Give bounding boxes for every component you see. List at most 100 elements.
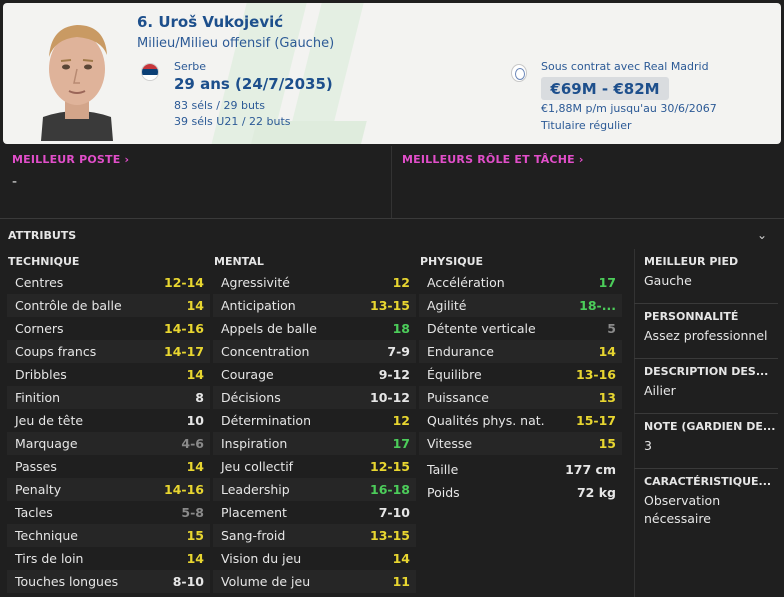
attribute-name: Jeu collectif <box>221 459 294 474</box>
attribute-row[interactable]: Équilibre 13-16 <box>419 363 622 386</box>
media-description-label: DESCRIPTION DES... <box>644 365 769 378</box>
attribute-name: Centres <box>15 275 64 290</box>
attribute-row[interactable]: Centres 12-14 <box>7 271 210 294</box>
mental-header: MENTAL <box>214 255 264 268</box>
attribute-value: 11 <box>392 574 410 589</box>
attribute-name: Finition <box>15 390 61 405</box>
player-name[interactable]: 6. Uroš Vukojević <box>137 13 283 31</box>
personality-label: PERSONNALITÉ <box>644 310 739 323</box>
attribute-name: Dribbles <box>15 367 67 382</box>
attribute-row[interactable]: Placement 7-10 <box>213 501 416 524</box>
attribute-row[interactable]: Détermination 12 <box>213 409 416 432</box>
attribute-value: 14-16 <box>164 482 204 497</box>
contract-wage: €1,88M p/m jusqu'au 30/6/2067 <box>541 102 717 115</box>
attribute-name: Contrôle de balle <box>15 298 122 313</box>
attribute-name: Passes <box>15 459 57 474</box>
attribute-row[interactable]: Appels de balle 18 <box>213 317 416 340</box>
attribute-name: Sang-froid <box>221 528 286 543</box>
media-description-value: Ailier <box>644 383 676 398</box>
attribute-name: Leadership <box>221 482 290 497</box>
physical-header: PHYSIQUE <box>420 255 484 268</box>
chevron-down-icon[interactable]: ⌄ <box>757 228 767 242</box>
height-label: Taille <box>427 462 459 477</box>
best-role-link[interactable]: MEILLEURS RÔLE ET TÂCHE › <box>402 153 584 166</box>
attribute-value: 10-12 <box>370 390 410 405</box>
attribute-name: Puissance <box>427 390 489 405</box>
attribute-row[interactable]: Volume de jeu 11 <box>213 570 416 593</box>
media-description-block[interactable]: DESCRIPTION DES... Ailier <box>634 359 778 414</box>
attribute-row[interactable]: Jeu de tête 10 <box>7 409 210 432</box>
attribute-row[interactable]: Marquage 4-6 <box>7 432 210 455</box>
attribute-name: Qualités phys. nat. <box>427 413 545 428</box>
attribute-row[interactable]: Tacles 5-8 <box>7 501 210 524</box>
attribute-name: Accélération <box>427 275 505 290</box>
attribute-name: Détermination <box>221 413 312 428</box>
attribute-name: Corners <box>15 321 64 336</box>
attribute-value: 12 <box>392 413 410 428</box>
club-crest-icon[interactable] <box>511 64 527 82</box>
attribute-row[interactable]: Vision du jeu 14 <box>213 547 416 570</box>
attribute-row[interactable]: Technique 15 <box>7 524 210 547</box>
chevron-right-icon: › <box>578 153 584 166</box>
attribute-row[interactable]: Qualités phys. nat. 15-17 <box>419 409 622 432</box>
attribute-row[interactable]: Endurance 14 <box>419 340 622 363</box>
attribute-value: 15-17 <box>576 413 616 428</box>
attribute-value: 7-10 <box>378 505 410 520</box>
attribute-name: Anticipation <box>221 298 296 313</box>
attribute-name: Technique <box>15 528 78 543</box>
contract-club[interactable]: Sous contrat avec Real Madrid <box>541 60 709 73</box>
attribute-row[interactable]: Décisions 10-12 <box>213 386 416 409</box>
attribute-row[interactable]: Coups francs 14-17 <box>7 340 210 363</box>
attribute-row[interactable]: Courage 9-12 <box>213 363 416 386</box>
attribute-row[interactable]: Tirs de loin 14 <box>7 547 210 570</box>
attribute-row[interactable]: Corners 14-16 <box>7 317 210 340</box>
attribute-value: 7-9 <box>387 344 410 359</box>
attribute-row[interactable]: Détente verticale 5 <box>419 317 622 340</box>
attribute-row[interactable]: Jeu collectif 12-15 <box>213 455 416 478</box>
traits-block[interactable]: CARACTÉRISTIQUE... Observation nécessair… <box>634 469 778 547</box>
attribute-value: 12 <box>392 275 410 290</box>
attribute-row[interactable]: Puissance 13 <box>419 386 622 409</box>
goalkeeper-rating-label: NOTE (GARDIEN DE... <box>644 420 776 433</box>
preferred-foot-label: MEILLEUR PIED <box>644 255 739 268</box>
attribute-row[interactable]: Agressivité 12 <box>213 271 416 294</box>
player-nationality[interactable]: Serbe <box>174 60 206 73</box>
attribute-row[interactable]: Passes 14 <box>7 455 210 478</box>
height-value: 177 cm <box>565 462 616 477</box>
attribute-value: 5 <box>607 321 616 336</box>
attribute-value: 18 <box>392 321 410 336</box>
attribute-row[interactable]: Leadership 16-18 <box>213 478 416 501</box>
attribute-value: 17 <box>598 275 616 290</box>
attribute-name: Équilibre <box>427 367 482 382</box>
attribute-row[interactable]: Contrôle de balle 14 <box>7 294 210 317</box>
attribute-row[interactable]: Finition 8 <box>7 386 210 409</box>
traits-label: CARACTÉRISTIQUE... <box>644 475 772 488</box>
attribute-row[interactable]: Accélération 17 <box>419 271 622 294</box>
attribute-name: Placement <box>221 505 287 520</box>
attribute-name: Appels de balle <box>221 321 317 336</box>
attribute-name: Marquage <box>15 436 78 451</box>
attribute-name: Coups francs <box>15 344 97 359</box>
attribute-row[interactable]: Dribbles 14 <box>7 363 210 386</box>
attribute-value: 16-18 <box>370 482 410 497</box>
personality-block[interactable]: PERSONNALITÉ Assez professionnel <box>634 304 778 359</box>
chevron-right-icon: › <box>124 153 130 166</box>
attribute-row[interactable]: Inspiration 17 <box>213 432 416 455</box>
attribute-row[interactable]: Touches longues 8-10 <box>7 570 210 593</box>
attribute-name: Vitesse <box>427 436 473 451</box>
attribute-row[interactable]: Anticipation 13-15 <box>213 294 416 317</box>
attribute-row[interactable]: Vitesse 15 <box>419 432 622 455</box>
attribute-row[interactable]: Sang-froid 13-15 <box>213 524 416 547</box>
goalkeeper-rating-block[interactable]: NOTE (GARDIEN DE... 3 <box>634 414 778 469</box>
attribute-name: Tirs de loin <box>15 551 84 566</box>
best-position-link[interactable]: MEILLEUR POSTE › <box>12 153 129 166</box>
transfer-value-badge[interactable]: €69M - €82M <box>541 77 669 100</box>
attribute-row[interactable]: Penalty 14-16 <box>7 478 210 501</box>
attribute-value: 13-15 <box>370 528 410 543</box>
attribute-row[interactable]: Concentration 7-9 <box>213 340 416 363</box>
attribute-value: 15 <box>598 436 616 451</box>
best-role-label: MEILLEURS RÔLE ET TÂCHE <box>402 153 575 166</box>
attribute-row[interactable]: Agilité 18-... <box>419 294 622 317</box>
attribute-value: 4-6 <box>181 436 204 451</box>
player-age: 29 ans (24/7/2035) <box>174 75 333 93</box>
